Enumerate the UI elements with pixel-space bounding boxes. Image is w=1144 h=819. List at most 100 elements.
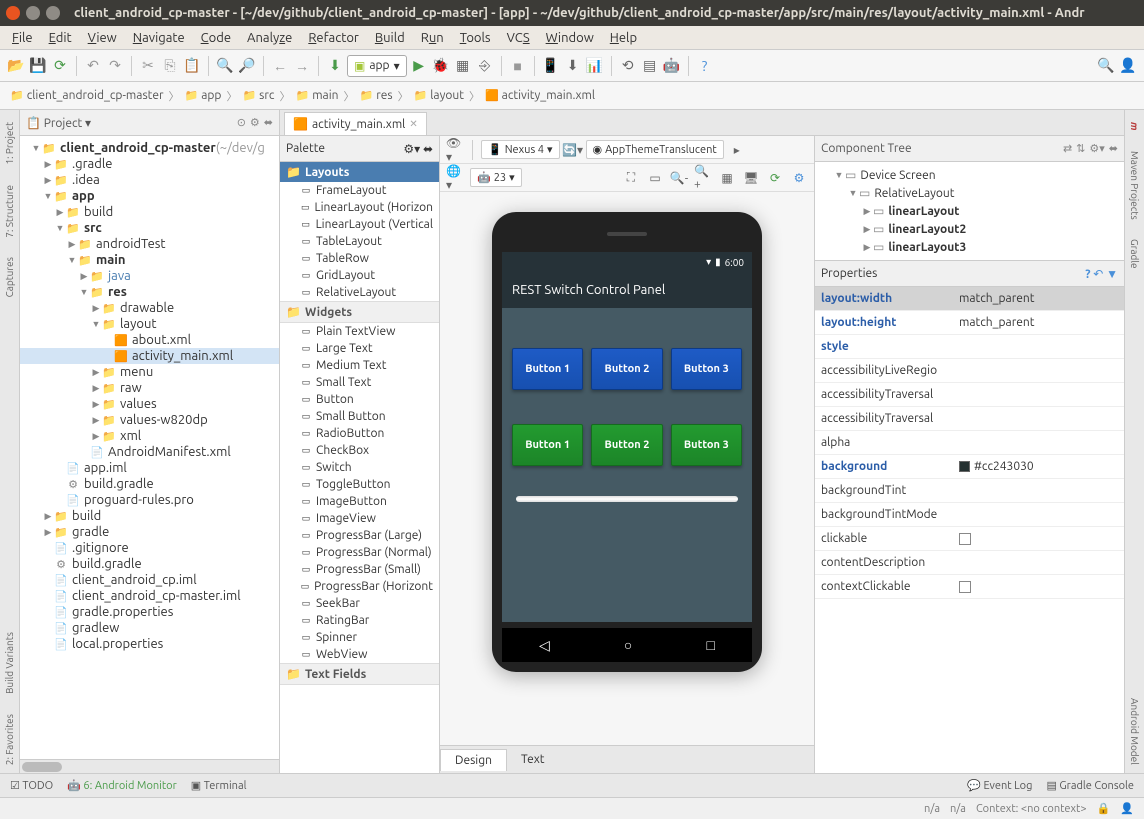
tree-item[interactable]: 📄.gitignore: [20, 540, 279, 556]
breadcrumb-item[interactable]: 🟧activity_main.xml: [481, 87, 599, 104]
palette-list[interactable]: 📁Layouts▭FrameLayout▭LinearLayout (Horiz…: [280, 162, 439, 773]
zoom-in-icon[interactable]: 🔍+: [694, 169, 712, 187]
forward-icon[interactable]: →: [292, 56, 312, 76]
window-close-button[interactable]: [6, 6, 20, 20]
gradle-console-tool[interactable]: ▤ Gradle Console: [1046, 779, 1134, 792]
breadcrumb-item[interactable]: 📁main: [291, 87, 342, 104]
palette-item[interactable]: ▭Large Text: [280, 340, 439, 357]
palette-group-header[interactable]: 📁Layouts: [280, 162, 439, 182]
sdk-icon[interactable]: ⬇: [563, 56, 583, 76]
property-row[interactable]: accessibilityLiveRegio: [815, 359, 1124, 383]
menu-refactor[interactable]: Refactor: [300, 31, 367, 45]
checkbox[interactable]: [959, 581, 971, 593]
palette-item[interactable]: ▭LinearLayout (Horizon: [280, 199, 439, 216]
button-3-green[interactable]: Button 3: [671, 424, 742, 466]
property-row[interactable]: style: [815, 335, 1124, 359]
component-tree-item[interactable]: ▼▭Device Screen: [819, 166, 1120, 184]
structure-tool-tab[interactable]: 7: Structure: [2, 177, 17, 246]
make-icon[interactable]: ⬇: [325, 56, 345, 76]
maven-projects-tool-tab[interactable]: Maven Projects: [1127, 143, 1142, 228]
run-icon[interactable]: ▶: [409, 56, 429, 76]
device-icon[interactable]: 🖥: [742, 169, 760, 187]
palette-item[interactable]: ▭GridLayout: [280, 267, 439, 284]
tree-item[interactable]: ▶📁build: [20, 508, 279, 524]
window-minimize-button[interactable]: [26, 6, 40, 20]
tree-item[interactable]: 📄gradle.properties: [20, 604, 279, 620]
stop-icon[interactable]: ■: [508, 56, 528, 76]
user-icon[interactable]: 👤: [1118, 56, 1138, 76]
chevron-right-icon[interactable]: ▸: [728, 141, 746, 159]
sync2-icon[interactable]: ⟲: [618, 56, 638, 76]
palette-item[interactable]: ▭Spinner: [280, 629, 439, 646]
search-everywhere-icon[interactable]: 🔍: [1096, 56, 1116, 76]
button-1-blue[interactable]: Button 1: [512, 348, 583, 390]
palette-group-header[interactable]: 📁Widgets: [280, 301, 439, 323]
breadcrumb-item[interactable]: 📁src: [238, 87, 278, 104]
palette-item[interactable]: ▭Small Button: [280, 408, 439, 425]
palette-item[interactable]: ▭ImageButton: [280, 493, 439, 510]
tree-item[interactable]: ▶📁.idea: [20, 172, 279, 188]
palette-item[interactable]: ▭Switch: [280, 459, 439, 476]
gear-icon[interactable]: ⚙▾: [1089, 142, 1104, 155]
event-log-tool[interactable]: 💬 Event Log: [967, 779, 1032, 792]
menu-help[interactable]: Help: [602, 31, 645, 45]
menu-edit[interactable]: Edit: [41, 31, 80, 45]
tree-item[interactable]: ▼📁res: [20, 284, 279, 300]
tree-item[interactable]: ⚙build.gradle: [20, 476, 279, 492]
property-row[interactable]: accessibilityTraversal: [815, 383, 1124, 407]
property-row[interactable]: contentDescription: [815, 551, 1124, 575]
zoom-fit-icon[interactable]: ⛶: [622, 169, 640, 187]
device-combo[interactable]: 📱 Nexus 4▾: [481, 140, 560, 159]
structure-icon[interactable]: ▤: [640, 56, 660, 76]
tree-item[interactable]: ▶📁java: [20, 268, 279, 284]
maven-tool-tab[interactable]: m: [1127, 114, 1142, 139]
palette-item[interactable]: ▭RadioButton: [280, 425, 439, 442]
property-row[interactable]: layout:heightmatch_parent: [815, 311, 1124, 335]
tree-item[interactable]: 📄proguard-rules.pro: [20, 492, 279, 508]
tree-item[interactable]: ▶📁xml: [20, 428, 279, 444]
tree-item[interactable]: ▶📁raw: [20, 380, 279, 396]
eye-icon[interactable]: 👁▾: [446, 141, 464, 159]
palette-item[interactable]: ▭ImageView: [280, 510, 439, 527]
menu-view[interactable]: View: [80, 31, 125, 45]
favorites-tool-tab[interactable]: 2: Favorites: [2, 706, 17, 773]
recents-nav-icon[interactable]: □: [706, 637, 714, 653]
palette-item[interactable]: ▭TableRow: [280, 250, 439, 267]
properties-list[interactable]: layout:widthmatch_parentlayout:heightmat…: [815, 287, 1124, 773]
breadcrumb-item[interactable]: 📁res: [355, 87, 396, 104]
tree-item[interactable]: ▼📁src: [20, 220, 279, 236]
tree-item[interactable]: ▶📁values-w820dp: [20, 412, 279, 428]
property-row[interactable]: backgroundTintMode: [815, 503, 1124, 527]
menu-run[interactable]: Run: [413, 31, 452, 45]
help-icon[interactable]: ?: [1085, 268, 1090, 281]
refresh-icon[interactable]: ⟳: [766, 169, 784, 187]
tree-item[interactable]: 📄local.properties: [20, 636, 279, 652]
paste-icon[interactable]: 📋: [182, 56, 202, 76]
tree-item[interactable]: ▼📁main: [20, 252, 279, 268]
component-tree-item[interactable]: ▶▭linearLayout2: [819, 220, 1120, 238]
breadcrumb-item[interactable]: 📁layout: [410, 87, 468, 104]
menu-vcs[interactable]: VCS: [499, 31, 538, 45]
menu-analyze[interactable]: Analyze: [239, 31, 300, 45]
palette-item[interactable]: ▭Small Text: [280, 374, 439, 391]
property-row[interactable]: backgroundTint: [815, 479, 1124, 503]
palette-item[interactable]: ▭ProgressBar (Large): [280, 527, 439, 544]
component-tree-list[interactable]: ▼▭Device Screen▼▭RelativeLayout ▶▭linearL…: [815, 162, 1124, 260]
copy-icon[interactable]: ⎘: [160, 56, 180, 76]
open-icon[interactable]: 📂: [6, 56, 26, 76]
component-tree-item[interactable]: ▶▭linearLayout3: [819, 238, 1120, 256]
profile-icon[interactable]: ▦: [453, 56, 473, 76]
close-tab-icon[interactable]: ✕: [409, 118, 417, 130]
palette-item[interactable]: ▭Plain TextView: [280, 323, 439, 340]
android-icon2[interactable]: 🤖: [662, 56, 682, 76]
collapse-icon[interactable]: ⊙: [237, 116, 246, 129]
menu-tools[interactable]: Tools: [452, 31, 499, 45]
palette-item[interactable]: ▭RatingBar: [280, 612, 439, 629]
checkbox[interactable]: [959, 533, 971, 545]
help-icon[interactable]: ?: [695, 56, 715, 76]
zoom-100-icon[interactable]: ▭: [646, 169, 664, 187]
palette-item[interactable]: ▭ProgressBar (Horizont: [280, 578, 439, 595]
component-tree-item[interactable]: ▼▭RelativeLayout: [819, 184, 1120, 202]
palette-item[interactable]: ▭LinearLayout (Vertical: [280, 216, 439, 233]
save-icon[interactable]: 💾: [28, 56, 48, 76]
